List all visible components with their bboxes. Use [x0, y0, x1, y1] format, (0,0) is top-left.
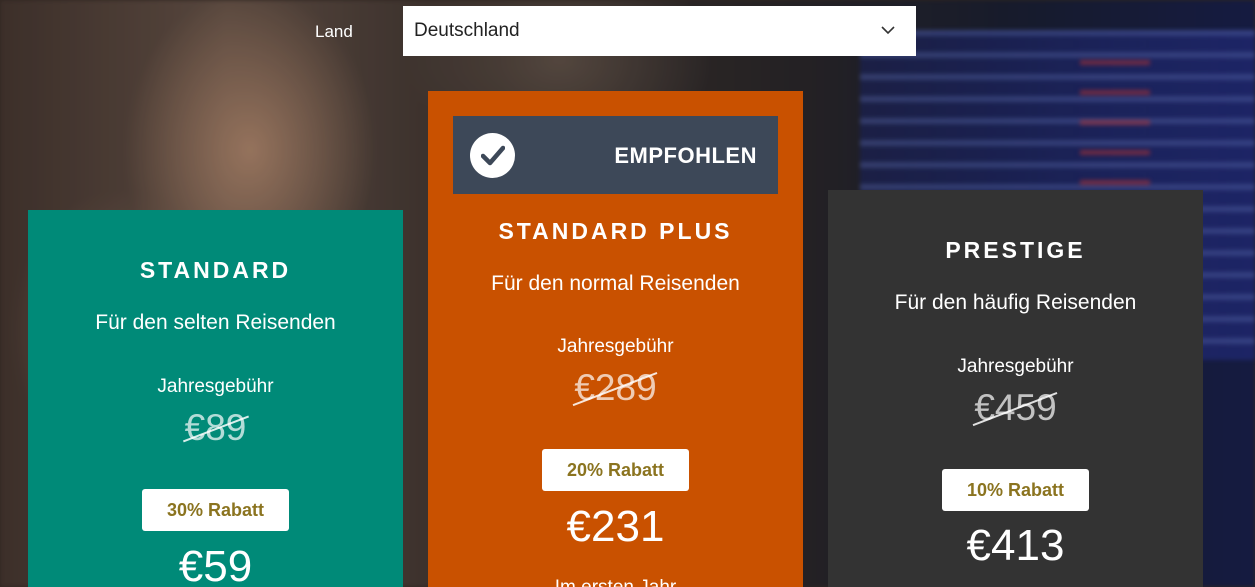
- plan-subtitle: Für den häufig Reisenden: [894, 291, 1137, 314]
- country-label: Land: [315, 22, 353, 41]
- country-select[interactable]: Deutschland: [403, 6, 916, 56]
- fee-label: Jahresgebühr: [157, 376, 274, 397]
- new-price: €59: [178, 542, 253, 587]
- country-select-value: Deutschland: [414, 20, 520, 41]
- plan-subtitle: Für den normal Reisenden: [491, 272, 740, 295]
- chevron-down-icon: [881, 26, 895, 35]
- old-price: €89: [28, 407, 403, 449]
- discount-badge: 20% Rabatt: [542, 449, 689, 491]
- discount-badge: 10% Rabatt: [942, 469, 1089, 511]
- new-price: €231: [566, 502, 665, 551]
- old-price: €289: [428, 367, 803, 409]
- old-price: €459: [828, 387, 1203, 429]
- plan-title: STANDARD: [139, 257, 292, 283]
- recommended-badge: EMPFOHLEN: [453, 116, 778, 194]
- plan-subtitle: Für den selten Reisenden: [95, 311, 336, 334]
- fee-label: Jahresgebühr: [957, 356, 1074, 377]
- first-year-label: Im ersten Jahr: [428, 577, 803, 587]
- discount-badge: 30% Rabatt: [142, 489, 289, 531]
- recommended-label: EMPFOHLEN: [614, 143, 757, 168]
- fee-label: Jahresgebühr: [557, 336, 674, 357]
- plan-title: PRESTIGE: [945, 237, 1086, 263]
- plan-card-standard[interactable]: STANDARD Für den selten Reisenden Jahres…: [28, 210, 403, 587]
- check-circle-icon: [470, 133, 515, 178]
- plan-card-prestige[interactable]: PRESTIGE Für den häufig Reisenden Jahres…: [828, 190, 1203, 587]
- plan-title: STANDARD PLUS: [498, 218, 733, 244]
- plan-card-standard-plus[interactable]: EMPFOHLEN STANDARD PLUS Für den normal R…: [428, 91, 803, 587]
- new-price: €413: [966, 521, 1065, 570]
